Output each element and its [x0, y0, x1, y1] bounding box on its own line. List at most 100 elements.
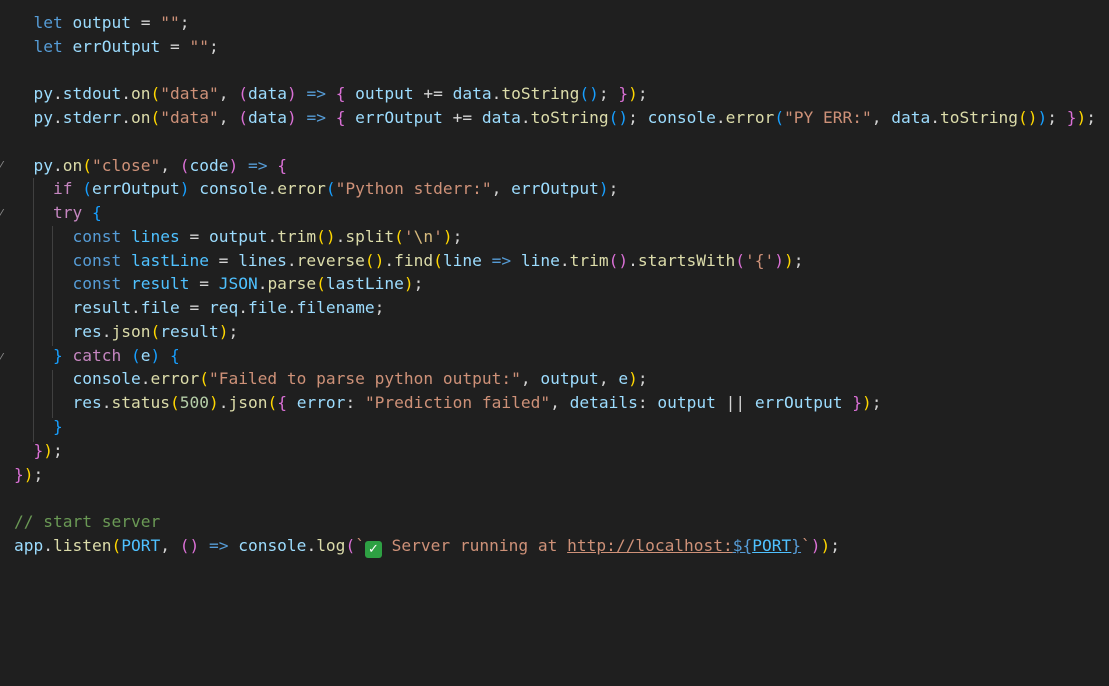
code-line[interactable]: result.file = req.file.filename;: [14, 296, 384, 320]
identifier: e: [140, 346, 151, 365]
keyword: try: [52, 203, 83, 222]
identifier: output: [208, 227, 268, 246]
code-line[interactable]: let errOutput = "";: [14, 35, 219, 59]
bracket: (: [199, 369, 209, 388]
function-name: json: [228, 393, 268, 412]
code-line[interactable]: const lastLine = lines.reverse().find(li…: [14, 249, 803, 273]
identifier: PORT: [121, 536, 161, 555]
identifier: console: [72, 369, 141, 388]
identifier: code: [189, 156, 229, 175]
code-line[interactable]: try {: [14, 201, 102, 225]
operator: =: [189, 274, 219, 293]
punctuation: .: [267, 227, 278, 246]
identifier: py: [33, 156, 54, 175]
punctuation: .: [121, 84, 131, 103]
bracket: ): [598, 179, 609, 198]
punctuation: :: [637, 393, 658, 412]
function-name: listen: [53, 536, 112, 555]
fold-chevron-icon[interactable]: ⁄: [0, 202, 6, 226]
punctuation: .: [238, 298, 248, 317]
bracket: ): [784, 251, 794, 270]
fold-chevron-icon[interactable]: ⁄: [0, 154, 6, 178]
punctuation: ;: [608, 179, 619, 198]
identifier: details: [569, 393, 638, 412]
bracket: (: [238, 84, 248, 103]
code-line[interactable]: py.stdout.on("data", (data) => { output …: [14, 82, 648, 106]
fold-chevron-icon[interactable]: ⁄: [0, 346, 6, 370]
bracket: (: [150, 84, 161, 103]
code-line[interactable]: res.json(result);: [14, 320, 238, 344]
identifier: stderr: [62, 108, 122, 127]
identifier: lines: [130, 227, 180, 246]
code-line[interactable]: let output = "";: [14, 11, 190, 35]
code-line[interactable]: // start server: [14, 510, 160, 534]
punctuation: ,: [160, 536, 180, 555]
code-line[interactable]: });: [14, 463, 43, 487]
identifier: PORT: [752, 536, 792, 555]
identifier: file: [140, 298, 180, 317]
code-line[interactable]: console.error("Failed to parse python ou…: [14, 367, 648, 391]
punctuation: .: [140, 369, 151, 388]
code-line[interactable]: py.stderr.on("data", (data) => { errOutp…: [14, 106, 1096, 130]
punctuation: .: [53, 108, 63, 127]
code-line[interactable]: const result = JSON.parse(lastLine);: [14, 272, 423, 296]
code-line[interactable]: res.status(500).json({ error: "Predictio…: [14, 391, 881, 415]
identifier: line: [520, 251, 560, 270]
keyword: const: [72, 251, 122, 270]
bracket: (: [169, 393, 180, 412]
operator: +=: [423, 84, 443, 103]
operator: =: [169, 37, 180, 56]
bracket: {: [169, 346, 180, 365]
arrow-operator: =>: [296, 108, 336, 127]
punctuation: ,: [598, 369, 619, 388]
code-line[interactable]: if (errOutput) console.error("Python std…: [14, 177, 618, 201]
bracket: ): [218, 322, 229, 341]
function-name: on: [130, 84, 151, 103]
bracket: ): [820, 536, 831, 555]
punctuation: ;: [830, 536, 841, 555]
function-name: startsWith: [637, 251, 736, 270]
punctuation: .: [930, 108, 941, 127]
function-name: json: [111, 322, 151, 341]
template-interpolation: ${: [732, 536, 753, 555]
identifier: stdout: [62, 84, 122, 103]
punctuation: ;: [637, 369, 648, 388]
bracket: ): [442, 227, 453, 246]
bracket: ): [43, 441, 53, 460]
bracket: ): [1076, 108, 1087, 127]
bracket: (: [238, 108, 248, 127]
punctuation: ;: [628, 108, 648, 127]
punctuation: ,: [218, 84, 239, 103]
function-name: trim: [569, 251, 609, 270]
url-link[interactable]: http://localhost:: [567, 536, 733, 555]
punctuation: .: [384, 251, 395, 270]
code-line[interactable]: const lines = output.trim().split('\n');: [14, 225, 462, 249]
function-name: error: [150, 369, 200, 388]
code-line[interactable]: app.listen(PORT, () => console.log(` ✓ Se…: [14, 534, 840, 558]
operator: ||: [715, 393, 755, 412]
operator: +=: [452, 108, 473, 127]
bracket: ): [810, 536, 821, 555]
keyword: let: [33, 13, 63, 32]
punctuation: ;: [179, 13, 190, 32]
code-line[interactable]: }: [14, 415, 63, 439]
punctuation: ;: [598, 84, 619, 103]
code-line[interactable]: py.on("close", (code) => {: [14, 154, 287, 178]
bracket: ): [403, 274, 414, 293]
identifier: result: [160, 322, 219, 341]
code-editor[interactable]: ⁄ ⁄ ⁄ let output = ""; let errOutput = "…: [0, 0, 1109, 686]
code-line[interactable]: } catch (e) {: [14, 344, 180, 368]
punctuation: .: [335, 227, 346, 246]
code-line[interactable]: });: [14, 439, 63, 463]
bracket: {: [335, 108, 346, 127]
bracket: (: [82, 156, 92, 175]
identifier: JSON: [218, 274, 258, 293]
identifier: data: [247, 108, 287, 127]
bracket: (: [394, 227, 404, 246]
punctuation: .: [286, 251, 297, 270]
punctuation: .: [715, 108, 726, 127]
string-literal: "Prediction failed": [364, 393, 551, 412]
keyword: catch: [72, 346, 122, 365]
